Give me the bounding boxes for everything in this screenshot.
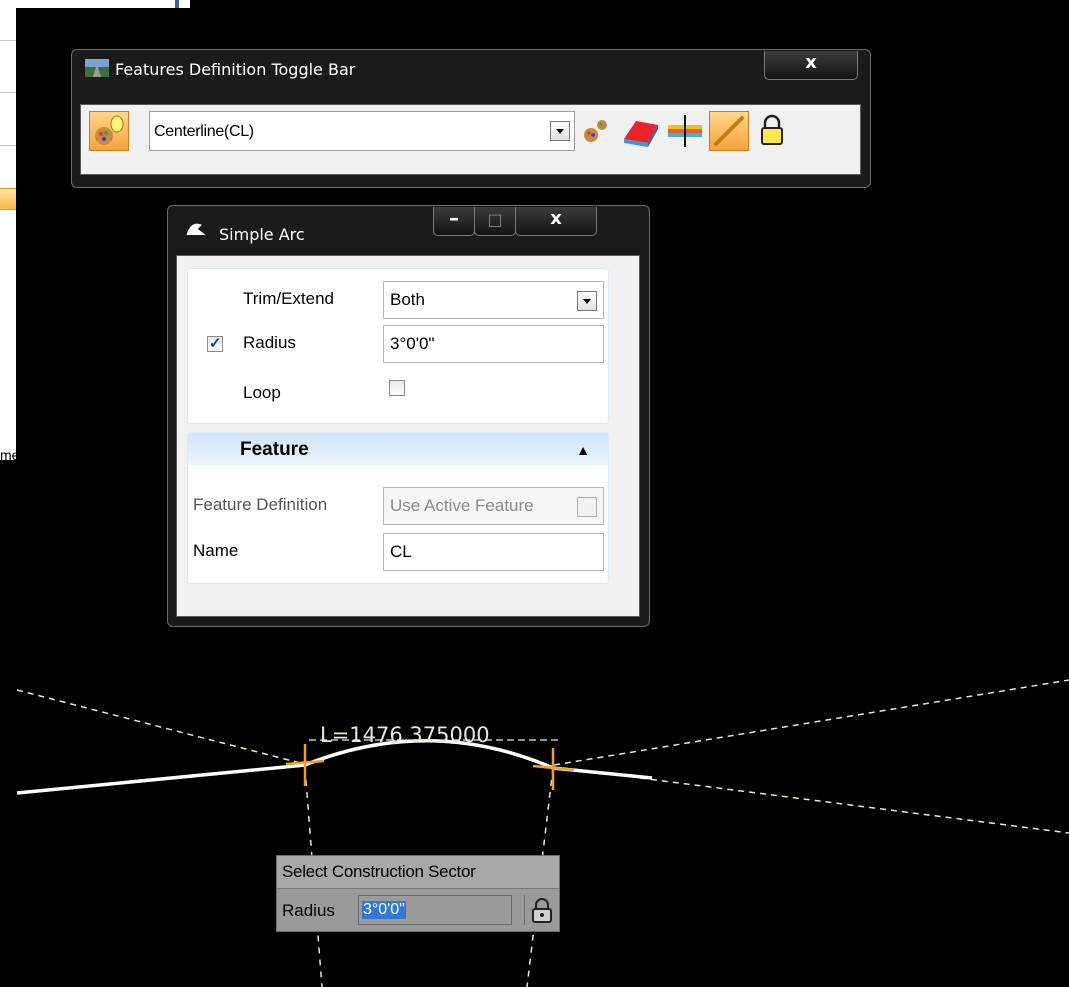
- trim-extend-select[interactable]: Both: [383, 281, 604, 319]
- features-toggle-bar-window[interactable]: Features Definition Toggle Bar x Centerl…: [71, 49, 871, 188]
- lock-icon: [761, 114, 783, 145]
- radius-checkbox[interactable]: ✓: [207, 335, 223, 352]
- feature-section-header[interactable]: Feature ▲: [188, 433, 608, 465]
- prompt-lock-button[interactable]: [524, 895, 559, 925]
- feature-group: Feature ▲ Feature Definition Use Active …: [187, 432, 609, 584]
- chevron-down-icon[interactable]: [550, 121, 570, 141]
- chevron-down-icon[interactable]: [577, 291, 597, 311]
- chevron-down-icon: [577, 497, 597, 517]
- loop-label: Loop: [243, 383, 281, 402]
- name-input[interactable]: CL: [383, 533, 604, 571]
- arc-tool-icon: [186, 223, 206, 236]
- minimize-button[interactable]: –: [433, 207, 475, 236]
- loop-checkbox[interactable]: [389, 380, 405, 396]
- trim-extend-label: Trim/Extend: [243, 289, 335, 308]
- parameters-group: Trim/Extend Both ✓ Radius 3°0'0" Loop: [187, 268, 609, 424]
- lock-icon: [532, 898, 552, 923]
- background-panel: me: [0, 0, 16, 463]
- prompt-title: Select Construction Sector: [277, 856, 559, 889]
- link-icon: [714, 116, 744, 146]
- radius-label: Radius: [243, 333, 296, 352]
- feature-definition-select: Use Active Feature: [383, 487, 604, 525]
- chevron-up-icon[interactable]: ▲: [576, 442, 590, 458]
- terrain-button[interactable]: [622, 111, 662, 151]
- terrain-icon: [624, 121, 658, 147]
- construction-line-left: [16, 689, 309, 766]
- close-button[interactable]: x: [515, 207, 597, 236]
- feature-toggle-button[interactable]: [89, 111, 129, 151]
- toggle-bar-titlebar[interactable]: Features Definition Toggle Bar: [71, 49, 871, 87]
- road-icon: [85, 59, 109, 77]
- tangent-point-right: [532, 748, 575, 790]
- background-selected-item: [0, 188, 16, 210]
- toggle-bar-title: Features Definition Toggle Bar: [115, 60, 356, 79]
- simple-arc-body: Trim/Extend Both ✓ Radius 3°0'0" Loop Fe…: [176, 255, 640, 617]
- prompt-radius-input[interactable]: 3°0'0": [358, 895, 512, 925]
- feature-toggle-icon: [95, 115, 124, 145]
- simple-arc-title: Simple Arc: [219, 225, 305, 244]
- feature-definition-combo[interactable]: Centerline(CL): [149, 111, 575, 151]
- name-label: Name: [193, 541, 239, 560]
- feature-props-icon: [584, 120, 607, 142]
- feature-definition-label: Feature Definition: [193, 495, 328, 514]
- alignment-line: [16, 739, 653, 795]
- prompt-radius-label: Radius: [282, 901, 335, 920]
- radius-input[interactable]: 3°0'0": [383, 325, 604, 363]
- construction-prompt: Select Construction Sector Radius 3°0'0": [276, 855, 560, 932]
- section-icon: [668, 115, 702, 147]
- maximize-button[interactable]: □: [474, 207, 516, 236]
- lock-button[interactable]: [753, 111, 793, 151]
- section-button[interactable]: [666, 111, 706, 151]
- toggle-bar-close-button[interactable]: x: [764, 51, 858, 80]
- background-window-edge: [0, 0, 190, 8]
- background-text: me: [0, 447, 16, 463]
- construction-line-right: [553, 679, 1069, 766]
- toggle-bar-toolbar: Centerline(CL): [80, 104, 861, 175]
- simple-arc-window[interactable]: Simple Arc – □ x Trim/Extend Both ✓ Radi…: [167, 205, 650, 627]
- link-button[interactable]: [709, 111, 749, 151]
- construction-line-far-right: [639, 777, 1069, 834]
- feature-props-button[interactable]: [578, 111, 618, 151]
- arc-length-label: L=1476.375000: [320, 723, 490, 747]
